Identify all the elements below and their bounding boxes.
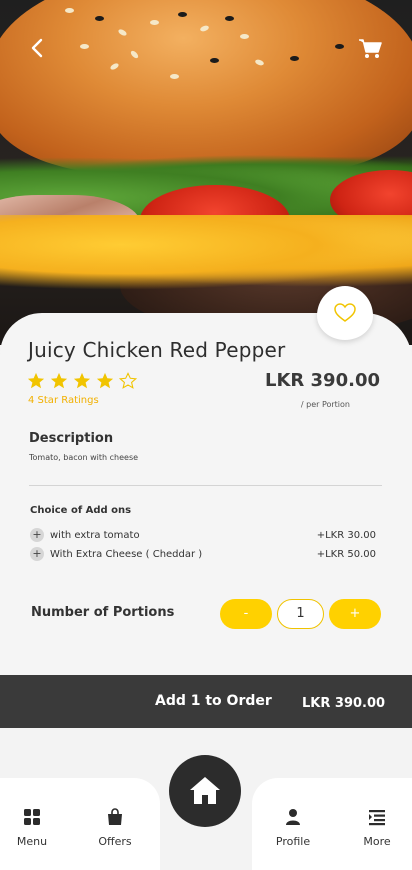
- addon-item[interactable]: + with extra tomato +LKR 30.00: [30, 527, 376, 543]
- list-icon: [369, 810, 385, 826]
- portions-heading: Number of Portions: [31, 605, 175, 620]
- nav-label: Menu: [16, 835, 48, 848]
- description-heading: Description: [29, 431, 114, 446]
- nav-label: Profile: [275, 835, 311, 848]
- nav-label: More: [363, 835, 391, 848]
- addon-price: +LKR 50.00: [316, 548, 376, 560]
- home-icon: [190, 777, 220, 804]
- nav-item-profile[interactable]: Profile: [263, 808, 323, 849]
- grid-icon: [24, 809, 40, 825]
- nav-item-more[interactable]: More: [347, 808, 407, 849]
- shopping-bag-icon: [108, 808, 122, 825]
- star-rating: [27, 372, 137, 390]
- nav-label: Offers: [98, 835, 132, 848]
- addons-heading: Choice of Add ons: [30, 505, 132, 516]
- burger-cheese: [0, 215, 412, 290]
- rating-text: 4 Star Ratings: [28, 395, 99, 406]
- star-outline-icon: [119, 372, 137, 389]
- addon-name: with extra tomato: [50, 529, 140, 541]
- cart-button[interactable]: [356, 34, 384, 62]
- favorite-button[interactable]: [317, 286, 373, 340]
- bottom-navigation: Menu Offers Profile More: [0, 755, 412, 870]
- order-total: LKR 390.00: [302, 696, 386, 711]
- decrease-portion-button[interactable]: -: [220, 599, 272, 629]
- portion-quantity[interactable]: 1: [277, 599, 324, 629]
- cart-icon: [359, 39, 382, 58]
- add-addon-button[interactable]: +: [30, 547, 44, 561]
- star-filled-icon: [96, 372, 114, 389]
- home-button[interactable]: [169, 755, 241, 827]
- description-text: Tomato, bacon with cheese: [29, 453, 139, 462]
- addon-price: +LKR 30.00: [316, 529, 376, 541]
- product-title: Juicy Chicken Red Pepper: [28, 338, 286, 362]
- addon-name: With Extra Cheese ( Cheddar ): [50, 548, 203, 560]
- heart-outline-icon: [334, 303, 356, 322]
- price-unit: / per Portion: [300, 400, 350, 409]
- back-button[interactable]: [24, 34, 52, 62]
- nav-item-offers[interactable]: Offers: [85, 808, 145, 849]
- addon-item[interactable]: + With Extra Cheese ( Cheddar ) +LKR 50.…: [30, 546, 376, 562]
- user-icon: [286, 809, 300, 825]
- nav-item-menu[interactable]: Menu: [2, 808, 62, 849]
- increase-portion-button[interactable]: +: [329, 599, 381, 629]
- add-to-order-label: Add 1 to Order: [155, 693, 272, 709]
- star-filled-icon: [50, 372, 68, 389]
- star-filled-icon: [27, 372, 45, 389]
- divider: [29, 485, 382, 486]
- add-to-order-button[interactable]: Add 1 to Order LKR 390.00: [0, 675, 412, 728]
- star-filled-icon: [73, 372, 91, 389]
- product-price: LKR 390.00: [264, 370, 380, 391]
- chevron-left-icon: [31, 38, 43, 58]
- add-addon-button[interactable]: +: [30, 528, 44, 542]
